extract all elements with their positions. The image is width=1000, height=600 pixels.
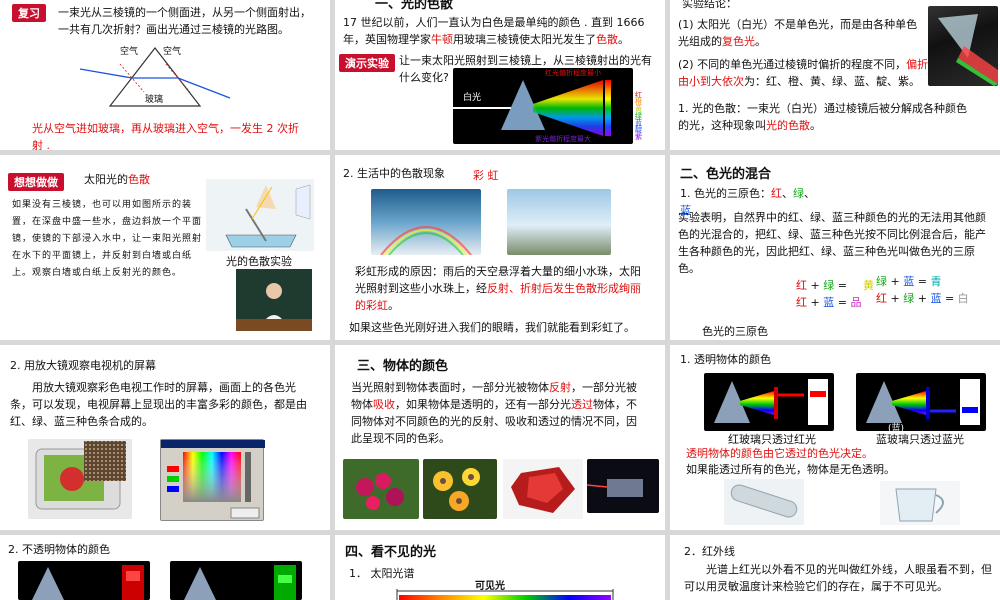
glass-block-photo xyxy=(586,459,659,513)
label-air-left: 空气 xyxy=(120,47,139,57)
blue-glass-experiment xyxy=(856,373,986,431)
slide-conclusion[interactable]: 实验结论： (1) 太阳光（白光）不是单色光，而是由各种单色光组成的复色光。 (… xyxy=(670,0,1000,150)
rgb-venn-diagram xyxy=(696,263,778,325)
conclusion-2: (2) 不同的单色光通过棱镜时偏折的程度不同，偏折由小到大依次为：红、橙、黄、绿… xyxy=(678,58,929,89)
slide-infrared[interactable]: 2．红外线 光谱上红光以外看不见的光叫做红外线，人眼虽看不到，但可以用灵敏温度计… xyxy=(670,535,1000,600)
tv-magnifier-photo xyxy=(28,439,132,519)
conclusion-1: (1) 太阳光（白光）不是单色光，而是由各种单色光组成的复色光。 xyxy=(678,18,918,49)
slide-opaque-objects[interactable]: 2. 不透明物体的颜色 xyxy=(0,535,330,600)
intro-paragraph: 17 世纪以前，人们一直认为白色是最单纯的颜色 . 直到 1666 年，英国物理… xyxy=(343,16,645,47)
slide-rainbow[interactable]: 2. 生活中的色散现象 彩 虹 彩虹形成的原因：雨后的天空悬浮着大量的细小水珠，… xyxy=(335,155,665,340)
red-label: 红光偏折程度最小 xyxy=(545,69,601,77)
waterfall-rainbow-photo xyxy=(371,189,481,256)
slide-transparent-objects[interactable]: 1. 透明物体的颜色 (蓝) 红玻璃只透过红光 蓝玻璃只透过蓝光 透明物体的颜色… xyxy=(670,345,1000,530)
review-answer: 光从空气进如玻璃，再从玻璃进入空气，一发生 2 次折射 . xyxy=(32,122,299,150)
tv-heading: 2. 用放大镜观察电视机的屏幕 xyxy=(10,359,156,372)
infrared-paragraph: 光谱上红光以外看不见的光叫做红外线，人眼虽看不到，但可以用灵敏温度计来检验它们的… xyxy=(684,563,992,594)
transparent-heading: 1. 透明物体的颜色 xyxy=(680,353,771,366)
prism-photo xyxy=(928,6,998,86)
spectrum-labels: 红橙黄绿蓝靛紫 xyxy=(635,91,642,141)
yellow-flowers-photo xyxy=(423,459,497,519)
object-color-title: 三、物体的颜色 xyxy=(357,359,449,374)
slide-invisible-light[interactable]: 四、看不见的光 1． 太阳光谱 可见光 xyxy=(335,535,665,600)
try-tag: 想想做做 xyxy=(8,173,64,191)
color-picker-dialog xyxy=(160,439,265,521)
rainbow-heading: 2. 生活中的色散现象 xyxy=(343,167,445,180)
equations-left: 红 + 绿 = 红 + 蓝 = 品 xyxy=(796,279,862,310)
slide-try-it[interactable]: 想想做做 太阳光的色散 如果没有三棱镜，也可以用如图所示的装置，在深盘中盛一些水… xyxy=(0,155,330,340)
equations-right: 绿 + 蓝 = 青 红 + 绿 + 蓝 = 白 xyxy=(876,275,969,306)
white-light-label: 白光 xyxy=(463,93,482,103)
slide-title: 一、光的色散 xyxy=(375,0,454,12)
infrared-heading: 2．红外线 xyxy=(684,545,735,558)
prism-spectrum-image xyxy=(453,68,633,144)
mixing-title: 二、色光的混合 xyxy=(680,167,772,182)
glass-rod-photo xyxy=(724,479,804,525)
slide-object-color[interactable]: 三、物体的颜色 当光照射到物体表面时，一部分光被物体反射，一部分光被物体吸收，如… xyxy=(335,345,665,530)
rainbow-label: 彩 虹 xyxy=(473,169,499,182)
label-air-right: 空气 xyxy=(163,47,182,57)
blue-glass-caption: 蓝玻璃只透过蓝光 xyxy=(876,433,964,446)
red-gem-photo xyxy=(503,459,583,519)
mirror-experiment-illustration xyxy=(206,179,314,251)
solar-spectrum-label: 1． 太阳光谱 xyxy=(349,567,415,580)
tv-paragraph: 用放大镜观察彩色电视工作时的屏幕，画面上的各色光条，可以发现，电视屏幕上显现出的… xyxy=(10,381,307,429)
opaque-experiment-1 xyxy=(18,561,150,600)
glass-cup-photo xyxy=(880,481,960,525)
berries-photo xyxy=(343,459,419,519)
invisible-title: 四、看不见的光 xyxy=(345,545,437,560)
conclusion-3: 1. 光的色散：一束光（白光）通过棱镜后被分解成各种颜色的光，这种现象叫光的色散… xyxy=(678,102,967,133)
review-question: 一束光从三棱镜的一个侧面进，从另一个侧面射出，一共有几次折射？画出光通过三棱镜的… xyxy=(58,6,311,37)
opaque-experiment-2 xyxy=(170,561,302,600)
rainbow-eye: 如果这些色光刚好进入我们的眼睛，我们就能看到彩虹了。 xyxy=(349,321,635,334)
slide-review[interactable]: 复习 一束光从三棱镜的一个侧面进，从另一个侧面射出，一共有几次折射？画出光通过三… xyxy=(0,0,330,150)
violet-label: 紫光偏折程度最大 xyxy=(535,135,591,143)
slide-tv-screen[interactable]: 2. 用放大镜观察电视机的屏幕 用放大镜观察彩色电视工作时的屏幕，画面上的各色光… xyxy=(0,345,330,530)
review-tag: 复习 xyxy=(12,4,46,22)
demo-tag: 演示实验 xyxy=(339,54,395,72)
fountain-rainbow-photo xyxy=(507,189,611,255)
rainbow-explanation: 彩虹形成的原因：雨后的天空悬浮着大量的细小水珠，太阳光照射到这些小水珠上，经反射… xyxy=(355,265,641,313)
transparent-rule: 透明物体的颜色由它透过的色光决定。 xyxy=(686,447,873,460)
label-glass: 玻璃 xyxy=(145,95,164,105)
venn-caption: 色光的三原色 xyxy=(702,325,768,338)
yellow-result: 黄 xyxy=(863,279,874,292)
conclusion-heading: 实验结论： xyxy=(682,0,737,10)
object-color-paragraph: 当光照射到物体表面时，一部分光被物体反射，一部分光被物体吸收，如果物体是透明的，… xyxy=(351,381,637,446)
slide-color-mixing[interactable]: 二、色光的混合 1. 色光的三原色：红、绿、蓝 实验表明，自然界中的红、绿、蓝三… xyxy=(670,155,1000,340)
try-body: 如果没有三棱镜，也可以用如图所示的装置，在深盘中盛一些水，盘边斜放一个平面镜，使… xyxy=(12,200,203,279)
experiment-caption: 光的色散实验 xyxy=(226,255,292,268)
opaque-heading: 2. 不透明物体的颜色 xyxy=(8,543,110,556)
teacher-video-thumbnail xyxy=(236,269,312,331)
visible-spectrum-bracket xyxy=(396,589,614,600)
slide-dispersion[interactable]: 一、光的色散 17 世纪以前，人们一直认为白色是最单纯的颜色 . 直到 1666… xyxy=(335,0,665,150)
colorless-note: 如果能透过所有的色光，物体是无色透明。 xyxy=(686,463,895,476)
red-glass-experiment xyxy=(704,373,834,431)
try-title: 太阳光的色散 xyxy=(84,173,150,186)
